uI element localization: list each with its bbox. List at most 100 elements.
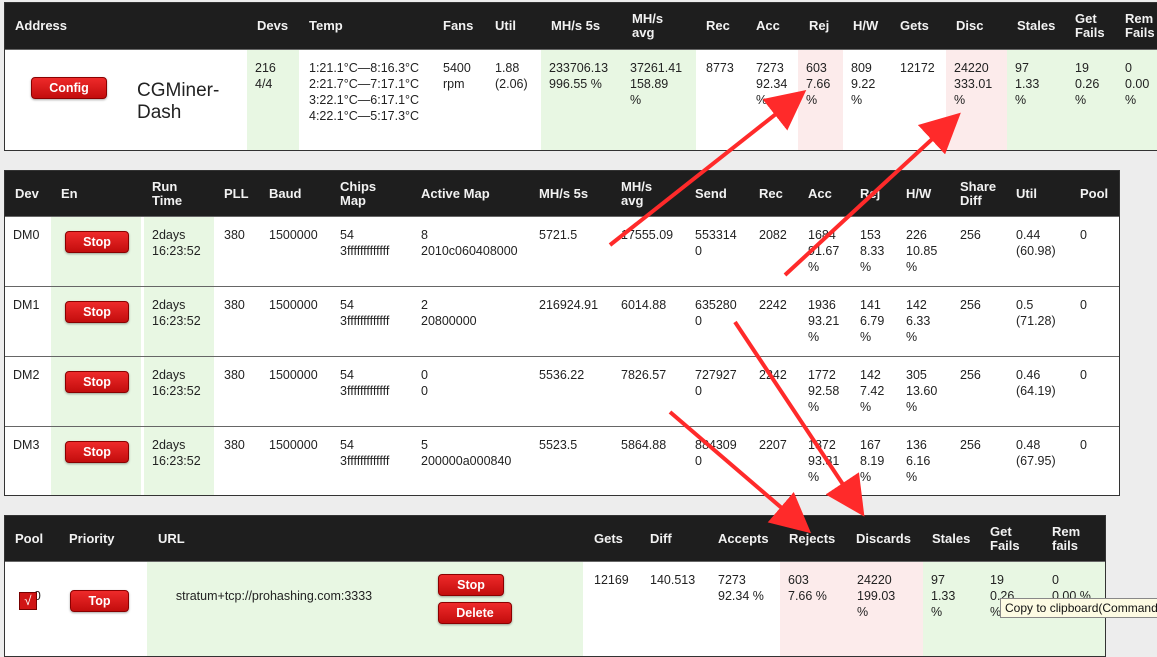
- col-pool: Pool: [15, 530, 44, 546]
- mhsavg: 5864.88: [621, 438, 667, 452]
- pool: 0: [1080, 298, 1087, 312]
- pools-table: Pool Priority URL Gets Diff Accepts Reje…: [4, 515, 1106, 657]
- share-diff: 256: [960, 298, 981, 312]
- col-runtime: Run Time: [152, 178, 183, 208]
- col-getfails: Get Fails: [1075, 11, 1105, 40]
- col-util: Util: [1016, 185, 1037, 201]
- runtime: 2days 16:23:52: [144, 287, 214, 357]
- delete-button[interactable]: Delete: [438, 602, 512, 624]
- gets: 12169: [594, 573, 629, 587]
- devices-header: Dev En Run Time PLL Baud Chips Map Activ…: [5, 171, 1119, 216]
- mhs5s: 5536.22: [539, 368, 585, 382]
- acc: 1684 91.67 %: [808, 228, 840, 274]
- mhs5s: 216924.91: [539, 298, 599, 312]
- copy-tooltip: Copy to clipboard(Command+C): [1000, 598, 1157, 618]
- devs-value: 216 4/4: [247, 50, 299, 150]
- stop-button[interactable]: Stop: [65, 371, 129, 393]
- summary-header: Address Devs Temp Fans Util MH/s 5s MH/s…: [5, 3, 1157, 49]
- temp-value: 1:21.1°C—8:16.3°C 2:21.7°C—7:17.1°C 3:22…: [309, 61, 420, 123]
- stop-button[interactable]: Stop: [438, 574, 504, 596]
- pll: 380: [224, 228, 245, 242]
- hw: 142 6.33 %: [906, 298, 931, 344]
- active-map: 0 0: [421, 368, 428, 398]
- runtime: 2days 16:23:52: [144, 357, 214, 427]
- accepts: 7273 92.34 %: [718, 573, 764, 603]
- col-en: En: [61, 185, 78, 201]
- pools-header: Pool Priority URL Gets Diff Accepts Reje…: [5, 516, 1105, 561]
- col-fans: Fans: [443, 18, 474, 33]
- util: 0.44 (60.98): [1016, 228, 1056, 258]
- col-accepts: Accepts: [718, 530, 769, 546]
- rej: 153 8.33 %: [860, 228, 885, 274]
- rec-value: 8773: [706, 61, 734, 75]
- col-sharediff: Share Diff: [960, 178, 997, 208]
- pll: 380: [224, 438, 245, 452]
- remfails-value: 0 0.00 %: [1117, 50, 1157, 150]
- col-gets: Gets: [900, 18, 929, 33]
- active-map: 8 2010c060408000: [421, 228, 518, 258]
- address-cell: Config CGMiner- Dash: [5, 50, 247, 150]
- col-gets: Gets: [594, 530, 623, 546]
- dev-name: DM1: [13, 298, 40, 312]
- dev-name: DM0: [13, 228, 40, 242]
- config-button[interactable]: Config: [31, 77, 107, 99]
- stop-button[interactable]: Stop: [65, 441, 129, 463]
- runtime: 2days 16:23:52: [144, 427, 214, 495]
- col-util: Util: [495, 18, 516, 33]
- pool: 0: [1080, 438, 1087, 452]
- col-baud: Baud: [269, 185, 302, 201]
- col-getfails: Get Fails: [990, 523, 1020, 553]
- col-remfails: Rem fails: [1052, 523, 1081, 553]
- chips-map: 54 3fffffffffffff: [340, 368, 390, 398]
- share-diff: 256: [960, 438, 981, 452]
- url-cell: stratum+tcp://prohashing.com:3333 Stop D…: [147, 562, 583, 656]
- rec: 2082: [759, 228, 787, 242]
- col-acc: Acc: [756, 18, 780, 33]
- dev-name: DM2: [13, 368, 40, 382]
- miner-title: CGMiner- Dash: [137, 80, 220, 123]
- runtime: 2days 16:23:52: [144, 217, 214, 287]
- stales-value: 97 1.33 %: [1007, 50, 1067, 150]
- rec: 2242: [759, 368, 787, 382]
- en-cell: Stop: [51, 427, 141, 495]
- col-temp: Temp: [309, 18, 343, 33]
- col-dev: Dev: [15, 185, 39, 201]
- col-url: URL: [158, 530, 185, 546]
- acc: 1936 93.21 %: [808, 298, 840, 344]
- chips-map: 54 3fffffffffffff: [340, 438, 390, 468]
- device-row-dm0: DM0 Stop 2days 16:23:52 380 1500000 54 3…: [5, 216, 1119, 287]
- en-cell: Stop: [51, 357, 141, 427]
- mhs5s-value: 233706.13 996.55 %: [541, 50, 622, 150]
- diff: 140.513: [650, 573, 696, 587]
- col-mhs5s: MH/s 5s: [539, 185, 589, 201]
- baud: 1500000: [269, 228, 318, 242]
- pll: 380: [224, 368, 245, 382]
- fans-value: 5400 rpm: [443, 61, 471, 91]
- col-rej: Rej: [860, 185, 881, 201]
- util: 0.48 (67.95): [1016, 438, 1056, 468]
- share-diff: 256: [960, 228, 981, 242]
- top-button[interactable]: Top: [70, 590, 129, 612]
- send: 884309 0: [695, 438, 737, 468]
- col-priority: Priority: [69, 530, 115, 546]
- checkbox[interactable]: √: [19, 592, 37, 610]
- baud: 1500000: [269, 368, 318, 382]
- col-activemap: Active Map: [421, 185, 490, 201]
- stop-button[interactable]: Stop: [65, 231, 129, 253]
- mhsavg: 6014.88: [621, 298, 667, 312]
- col-stales: Stales: [1017, 18, 1056, 33]
- stop-button[interactable]: Stop: [65, 301, 129, 323]
- devices-table: Dev En Run Time PLL Baud Chips Map Activ…: [4, 170, 1120, 496]
- pool-index: 0 √: [5, 562, 59, 656]
- acc: 1772 92.58 %: [808, 368, 840, 414]
- discards: 24220 199.03 %: [849, 562, 923, 656]
- util-value: 1.88 (2.06): [495, 61, 528, 91]
- hw: 136 6.16 %: [906, 438, 931, 484]
- mhsavg: 17555.09: [621, 228, 674, 242]
- pool-url: stratum+tcp://prohashing.com:3333: [175, 589, 373, 603]
- mhsavg: 7826.57: [621, 368, 667, 382]
- col-remfails: Rem Fails: [1125, 11, 1155, 40]
- rej: 167 8.19 %: [860, 438, 885, 484]
- util: 0.46 (64.19): [1016, 368, 1056, 398]
- col-diff: Diff: [650, 530, 672, 546]
